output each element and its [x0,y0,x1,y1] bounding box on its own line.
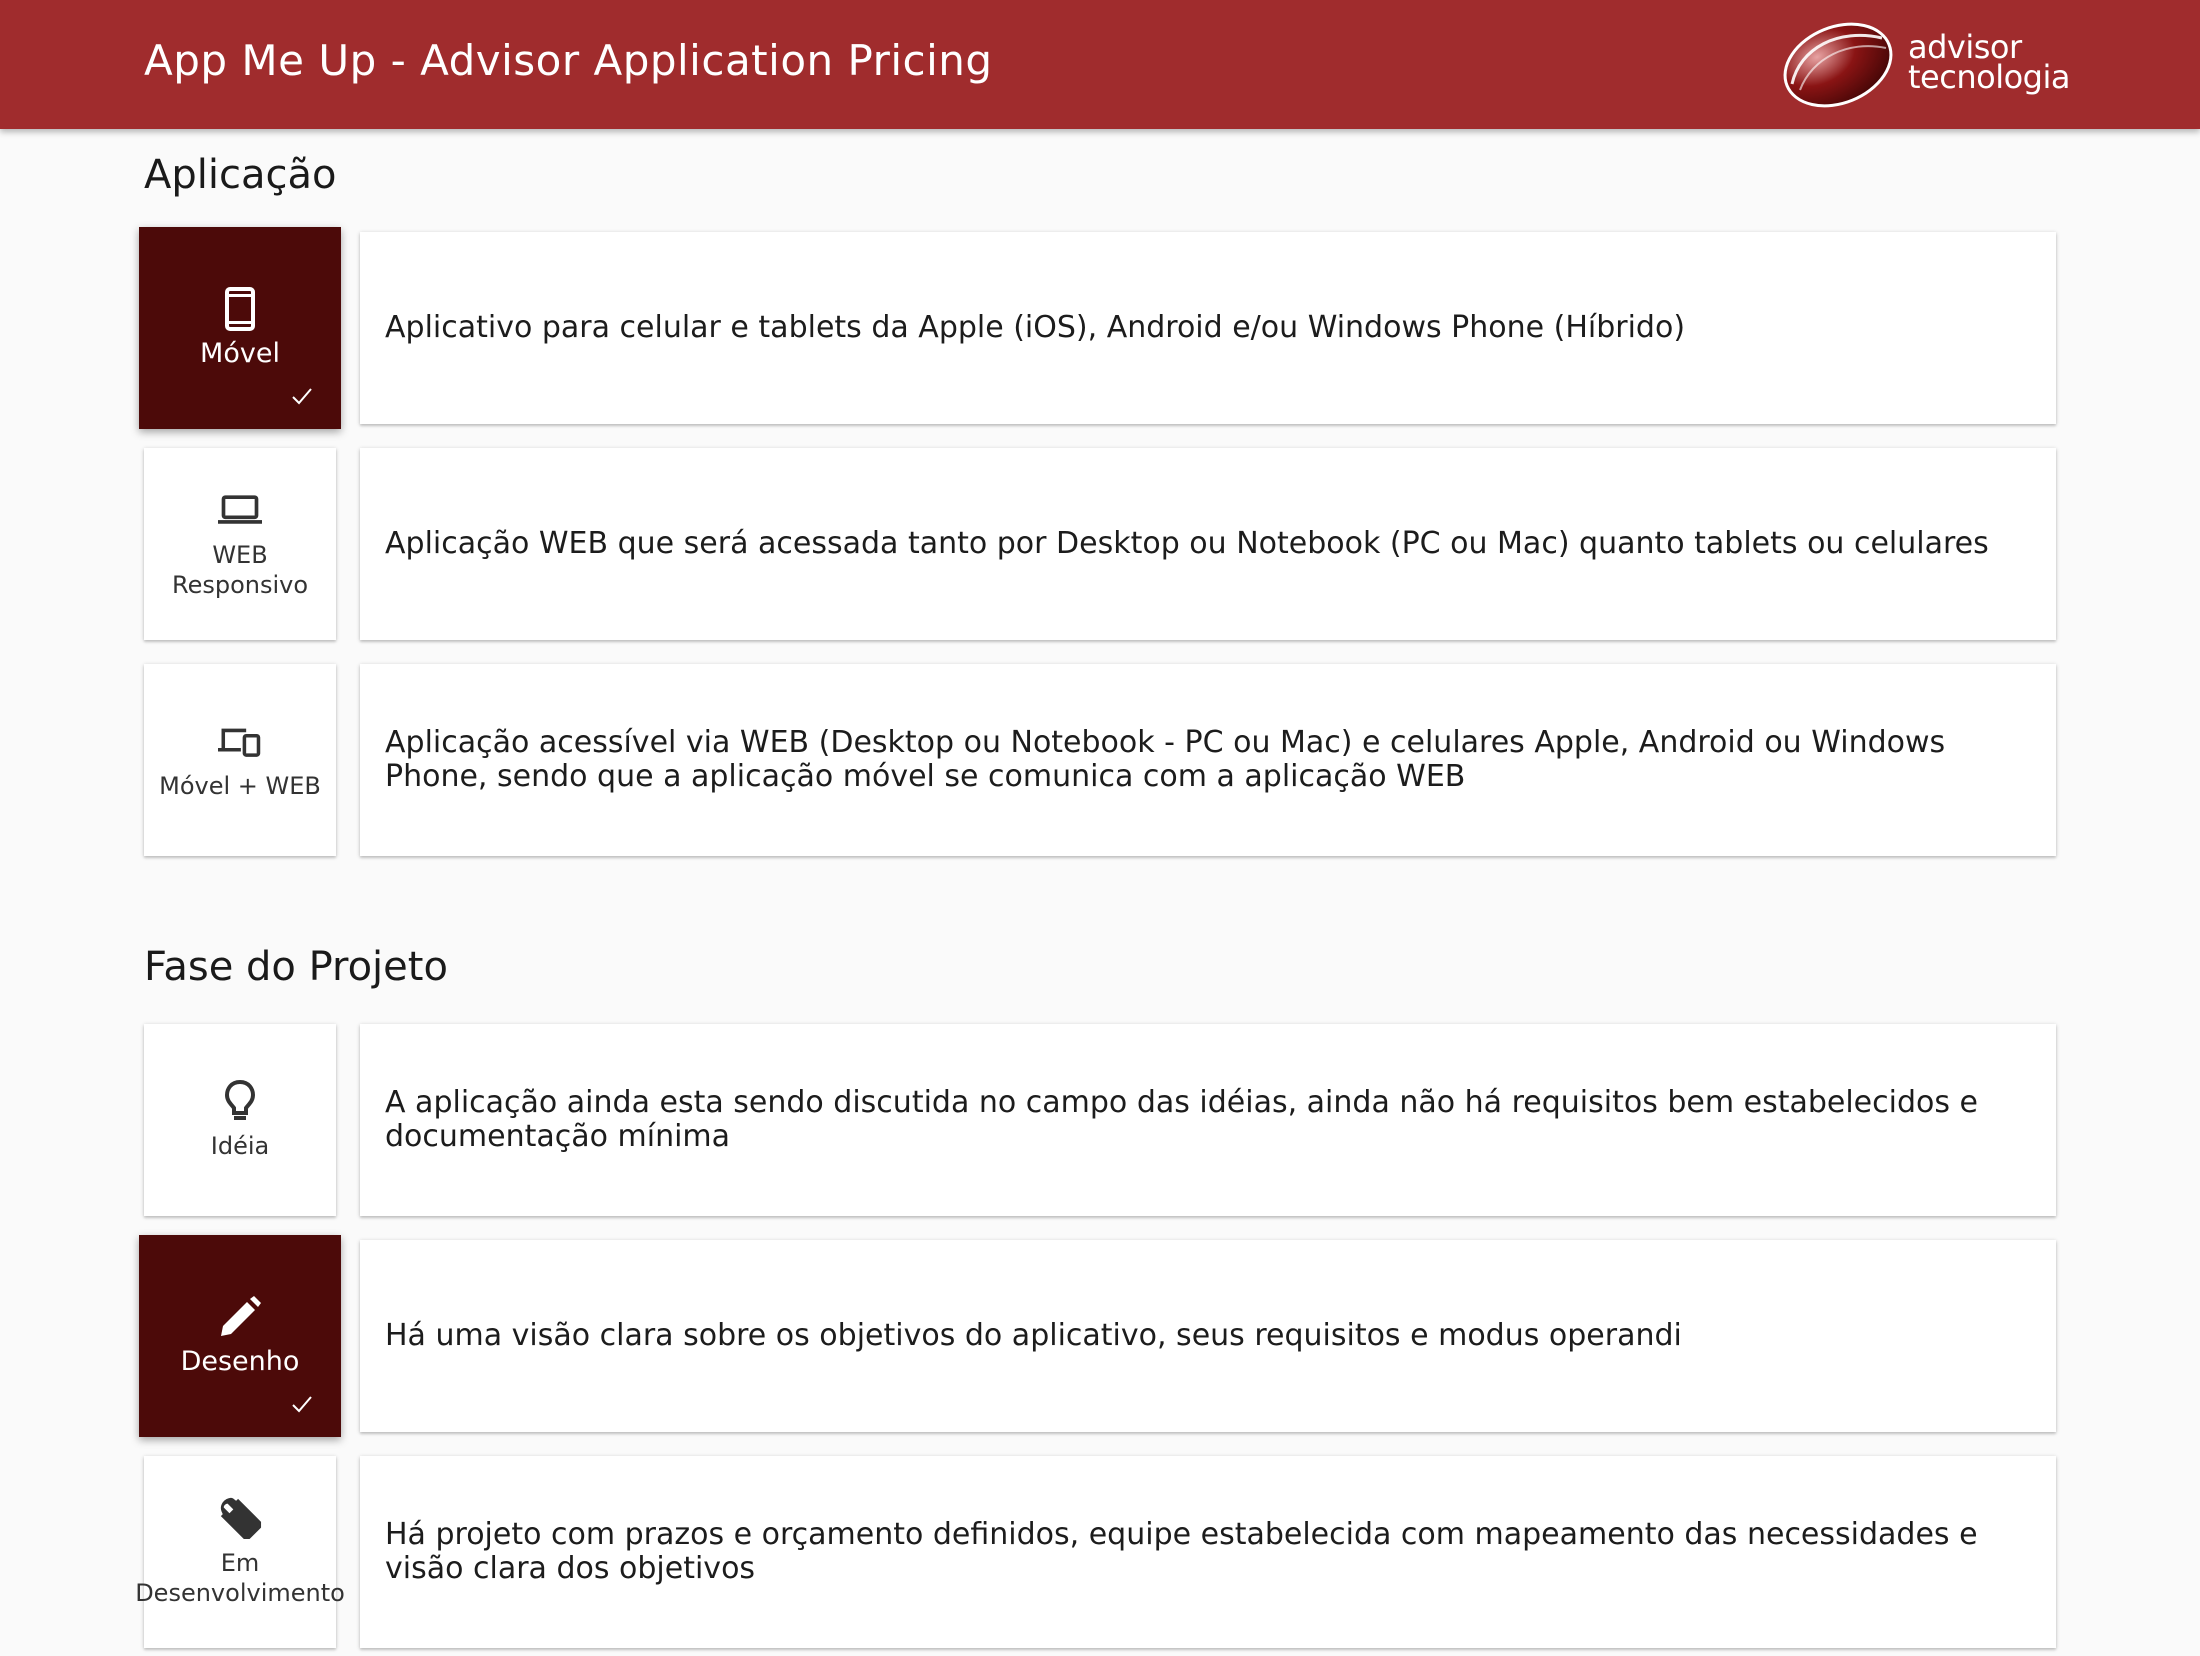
tile-label: WEB Responsivo [171,541,309,599]
wrench-icon [218,1496,262,1540]
section-title-aplicacao: Aplicação [144,152,337,198]
option-description-desenho[interactable]: Há uma visão clara sobre os objetivos do… [360,1240,2056,1432]
devices-icon [218,719,262,763]
advisor-logo-icon [1783,22,1893,108]
tile-label: Idéia [210,1132,270,1160]
option-row-em-desenvolvimento: Em Desenvolvimento Há projeto com prazos… [0,1456,2200,1656]
app-title: App Me Up - Advisor Application Pricing [144,36,993,85]
brand-wordmark: advisor tecnologia [1908,31,2070,96]
option-row-web-responsivo: WEB Responsivo Aplicação WEB que será ac… [0,448,2200,648]
option-description-movel[interactable]: Aplicativo para celular e tablets da App… [360,232,2056,424]
check-icon [292,388,312,405]
option-tile-movel[interactable]: Móvel [139,227,341,429]
option-tile-ideia[interactable]: Idéia [144,1024,336,1216]
laptop-icon [218,488,262,532]
tile-label: Móvel [200,338,280,369]
option-tile-em-desenvolvimento[interactable]: Em Desenvolvimento [135,1456,345,1648]
option-tile-desenho[interactable]: Desenho [139,1235,341,1437]
option-description-em-desenvolvimento[interactable]: Há projeto com prazos e orçamento defini… [360,1456,2056,1648]
app-header: App Me Up - Advisor Application Pricing … [0,0,2200,129]
brand-logo: advisor tecnologia [1778,18,2070,112]
check-icon [292,1396,312,1413]
section-title-fase-do-projeto: Fase do Projeto [144,944,448,990]
option-description-movel-web[interactable]: Aplicação acessível via WEB (Desktop ou … [360,664,2056,856]
option-description-web-responsivo[interactable]: Aplicação WEB que será acessada tanto po… [360,448,2056,640]
option-row-movel: Móvel Aplicativo para celular e tablets … [0,227,2200,432]
option-row-ideia: Idéia A aplicação ainda esta sendo discu… [0,1024,2200,1224]
option-tile-web-responsivo[interactable]: WEB Responsivo [144,448,336,640]
option-description-ideia[interactable]: A aplicação ainda esta sendo discutida n… [360,1024,2056,1216]
option-row-movel-web: Móvel + WEB Aplicação acessível via WEB … [0,664,2200,864]
tile-label: Móvel + WEB [159,772,321,800]
lightbulb-icon [218,1079,262,1123]
tile-label: Desenho [180,1346,300,1377]
option-tile-movel-web[interactable]: Móvel + WEB [144,664,336,856]
tile-label: Em Desenvolvimento [135,1549,345,1607]
pencil-icon [218,1295,262,1339]
smartphone-icon [218,287,262,331]
option-row-desenho: Desenho Há uma visão clara sobre os obje… [0,1235,2200,1440]
brand-line-2: tecnologia [1908,58,2070,96]
